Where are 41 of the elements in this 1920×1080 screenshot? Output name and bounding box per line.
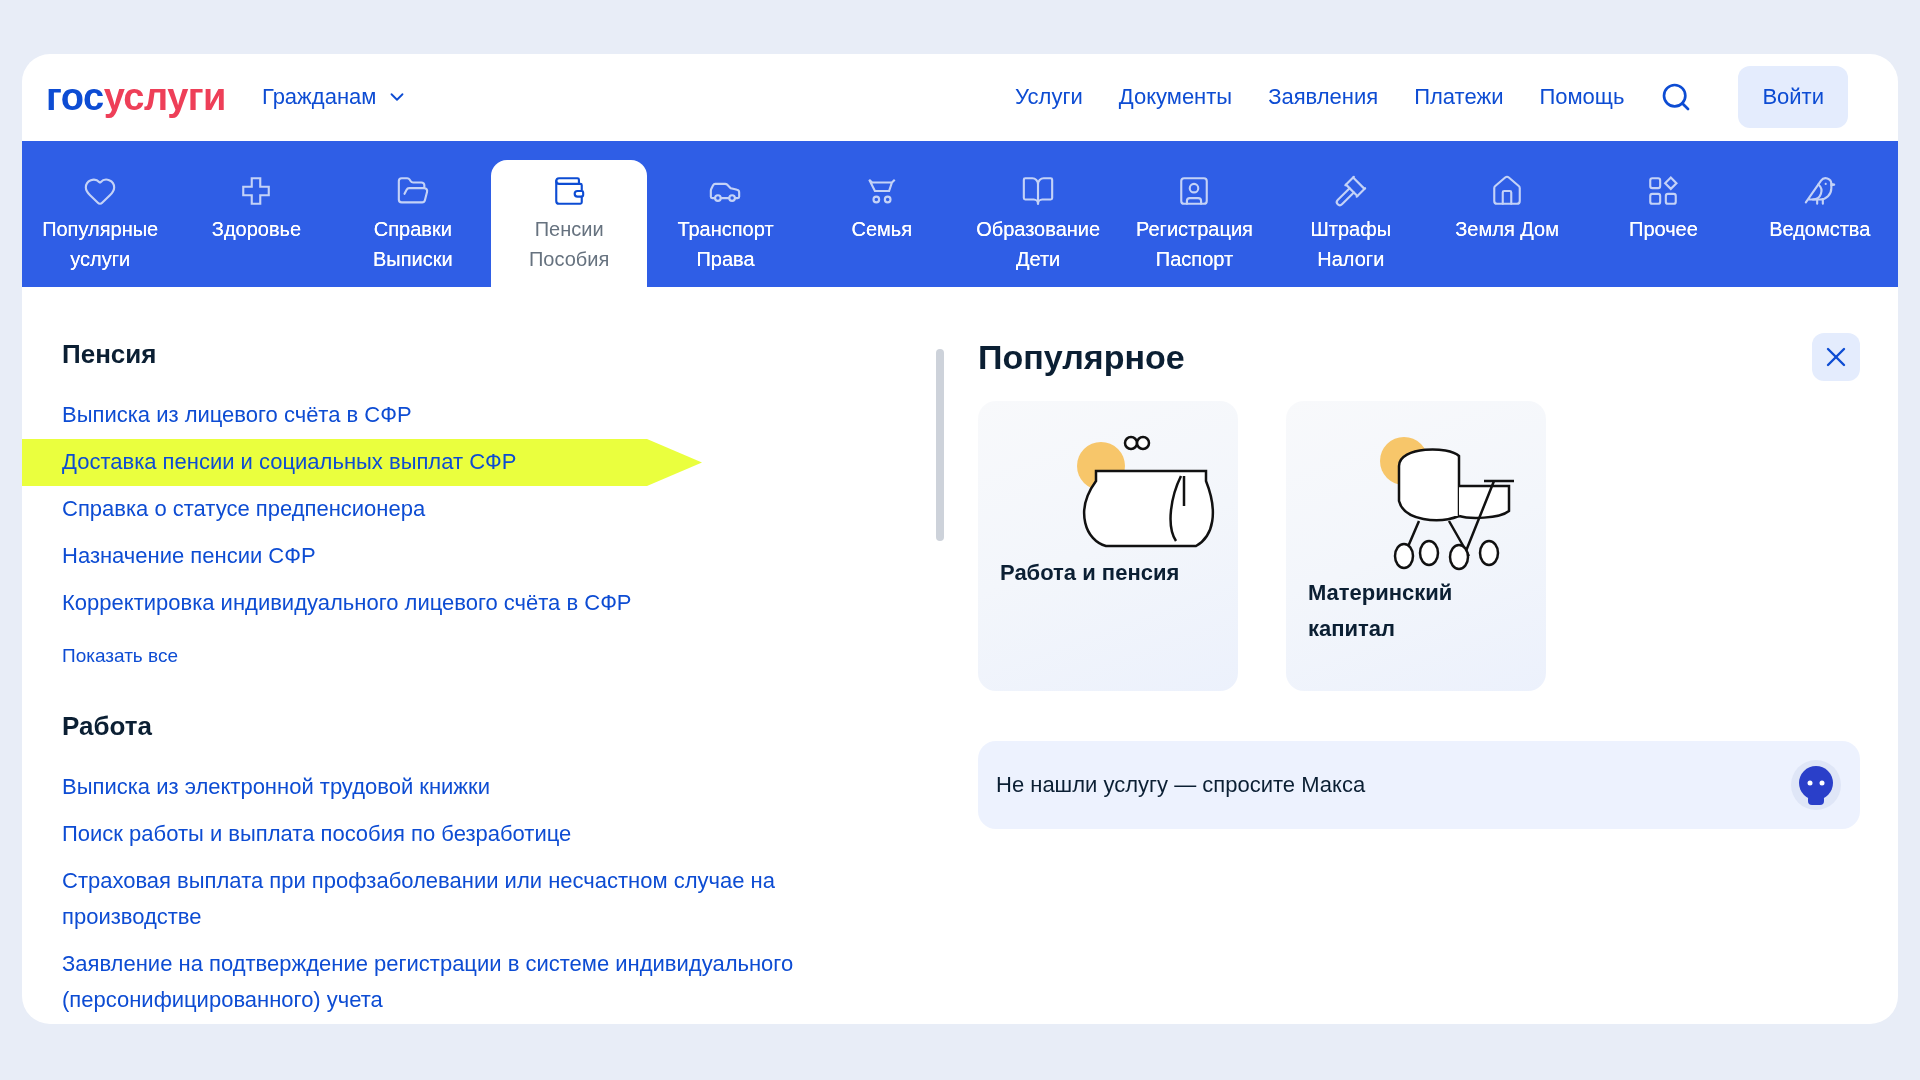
category-tab[interactable]: Земля Дом (1428, 159, 1586, 287)
section-title: Работа (62, 711, 153, 742)
category-tab[interactable]: Семья (803, 159, 960, 287)
service-link[interactable]: Поиск работы и выплата пособия по безработице (22, 811, 922, 858)
category-tab[interactable]: Ведомства (1741, 159, 1898, 287)
grid-icon (1646, 173, 1681, 208)
category-tab[interactable]: Справки Выписки (334, 159, 491, 287)
service-link[interactable]: Страховая выплата при профзаболевании или несчастном случае на производстве (22, 858, 922, 941)
service-link[interactable]: Выписка из электронной трудовой книжки (22, 764, 922, 811)
service-link[interactable]: Справка о статусе предпенсионера (22, 486, 922, 533)
popular-card[interactable]: Работа и пенсия (978, 401, 1238, 691)
category-tab[interactable]: Здоровье (178, 159, 335, 287)
category-tab[interactable]: Популярные услуги (22, 159, 179, 287)
gavel-icon (1333, 173, 1368, 208)
category-tab[interactable]: Пенсии Пособия (491, 159, 648, 287)
nav-link[interactable]: Услуги (1015, 84, 1083, 111)
close-button[interactable] (1812, 333, 1860, 381)
nav-link[interactable]: Документы (1118, 84, 1233, 111)
audience-dropdown[interactable]: Гражданам (261, 84, 409, 111)
logo[interactable]: госуслуги (46, 75, 226, 119)
scrollbar[interactable] (936, 349, 944, 541)
show-all-link[interactable]: Показать все (62, 645, 882, 667)
service-link[interactable]: Назначение пенсии СФР (22, 533, 922, 580)
category-tab[interactable]: Транспорт Права (647, 159, 804, 287)
category-tab[interactable]: Образование Дети (959, 159, 1117, 287)
category-tab[interactable]: Прочее (1585, 159, 1742, 287)
popular-title: Популярное (978, 337, 1185, 377)
nav-link[interactable]: Помощь (1539, 84, 1625, 111)
category-tab[interactable]: Штрафы Налоги (1272, 159, 1429, 287)
robot-avatar-icon (1790, 759, 1842, 811)
category-tab[interactable]: Регистрация Паспорт (1116, 159, 1273, 287)
nav-link[interactable]: Заявления (1268, 84, 1379, 111)
highlighted-service-link[interactable]: Доставка пенсии и социальных выплат СФР (22, 439, 702, 486)
popular-card[interactable]: Материнский капитал (1286, 401, 1546, 691)
service-link[interactable]: Корректировка индивидуального лицевого счёта в СФР (22, 580, 922, 627)
section-title: Пенсия (62, 339, 158, 370)
assistant-bar[interactable]: Не нашли услугу — спросите Макса (978, 741, 1860, 829)
service-link[interactable]: Выписка из лицевого счёта в СФР (22, 392, 922, 439)
login-button[interactable]: Войти (1738, 66, 1848, 129)
nav-link[interactable]: Платежи (1414, 84, 1504, 111)
service-link[interactable]: Заявление на подтверждение регистрации в системе индивидуального (персонифицированного) учета (22, 941, 922, 1024)
